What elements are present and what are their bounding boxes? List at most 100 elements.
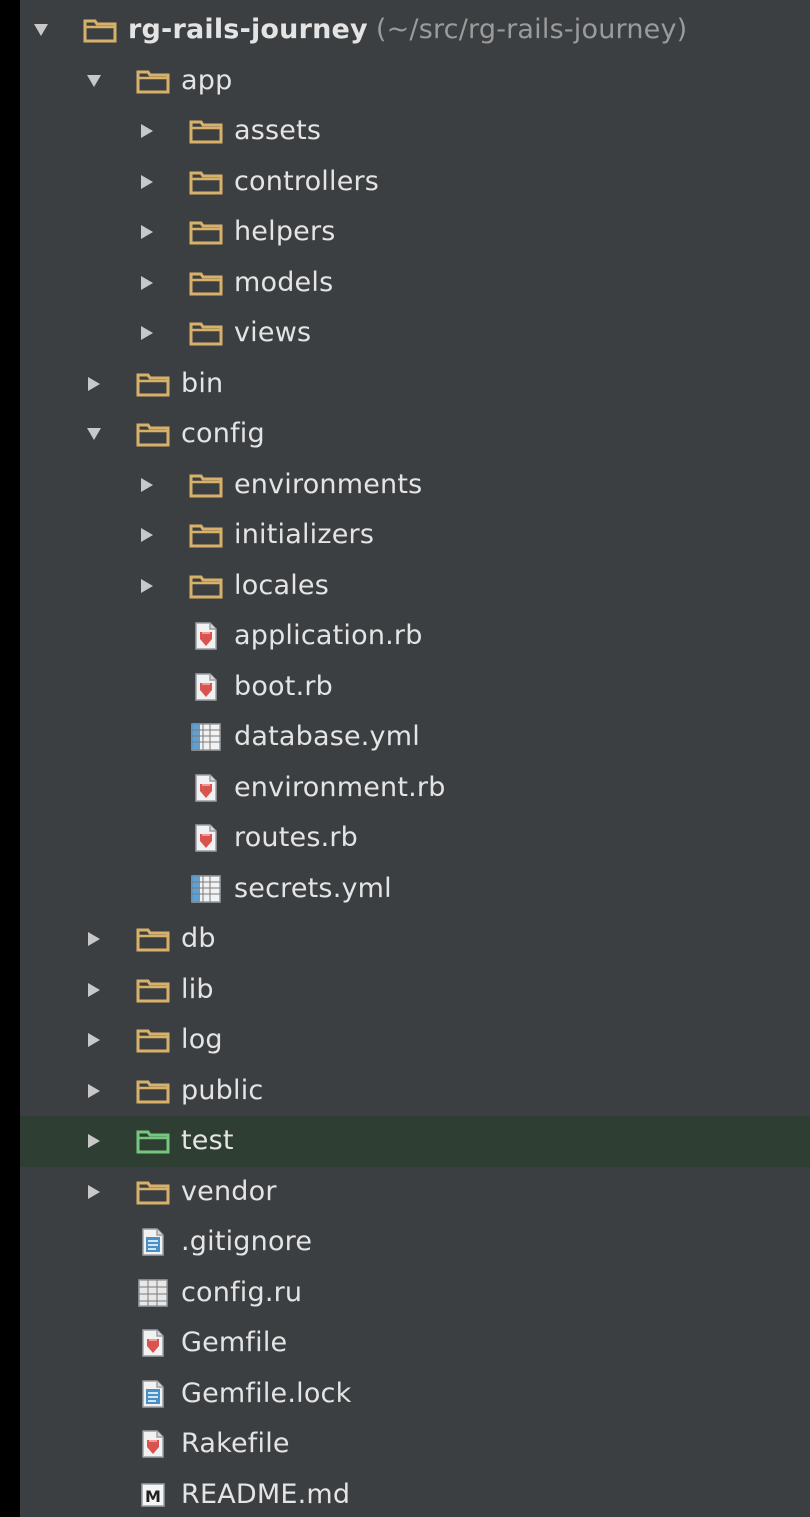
tree-row-locales[interactable]: locales: [20, 561, 810, 612]
collapsed-arrow-icon[interactable]: [136, 472, 158, 498]
tree-row-assets[interactable]: assets: [20, 106, 810, 157]
tree-row-gitignore[interactable]: .gitignore: [20, 1217, 810, 1268]
tree-item-label: boot.rb: [234, 670, 333, 704]
tree-row-boot-rb[interactable]: boot.rb: [20, 662, 810, 713]
tree-row-environments[interactable]: environments: [20, 460, 810, 511]
tree-row-config-ru[interactable]: config.ru: [20, 1268, 810, 1319]
tree-row-bin[interactable]: bin: [20, 359, 810, 410]
tree-item-label: assets: [234, 114, 321, 148]
tree-row-public[interactable]: public: [20, 1066, 810, 1117]
tree-item-name: log: [181, 1024, 223, 1055]
expanded-arrow-icon[interactable]: [30, 17, 52, 43]
tree-row-test[interactable]: test: [20, 1116, 810, 1167]
tree-item-label: bin: [181, 367, 223, 401]
tree-row-routes-rb[interactable]: routes.rb: [20, 813, 810, 864]
text-file-icon: [135, 1227, 171, 1257]
collapsed-arrow-icon[interactable]: [83, 371, 105, 397]
expanded-arrow-icon[interactable]: [83, 68, 105, 94]
tree-item-label: locales: [234, 569, 329, 603]
tree-row-rg-rails-journey[interactable]: rg-rails-journey (~/src/rg-rails-journey): [20, 5, 810, 56]
collapsed-arrow-icon[interactable]: [83, 977, 105, 1003]
tree-item-label: controllers: [234, 165, 379, 199]
folder-icon: [135, 419, 171, 449]
collapsed-arrow-icon[interactable]: [83, 926, 105, 952]
tree-row-db[interactable]: db: [20, 914, 810, 965]
tree-row-rakefile[interactable]: Rakefile: [20, 1419, 810, 1470]
collapsed-arrow-icon[interactable]: [136, 118, 158, 144]
tree-row-lib[interactable]: lib: [20, 965, 810, 1016]
tree-item-label: database.yml: [234, 720, 420, 754]
tree-row-log[interactable]: log: [20, 1015, 810, 1066]
tree-item-name: .gitignore: [181, 1226, 313, 1257]
tree-row-readme-md[interactable]: M README.md: [20, 1470, 810, 1517]
tree-item-label: config: [181, 417, 265, 451]
folder-icon: [188, 318, 224, 348]
tree-row-controllers[interactable]: controllers: [20, 157, 810, 208]
tree-item-label: log: [181, 1023, 223, 1057]
tree-item-name: helpers: [234, 216, 336, 247]
tree-row-models[interactable]: models: [20, 258, 810, 309]
project-tree: rg-rails-journey (~/src/rg-rails-journey)…: [20, 5, 810, 1517]
svg-text:M: M: [145, 1487, 161, 1506]
tree-row-helpers[interactable]: helpers: [20, 207, 810, 258]
tree-row-environment-rb[interactable]: environment.rb: [20, 763, 810, 814]
ruby-file-icon: [135, 1328, 171, 1358]
folder-icon: [135, 924, 171, 954]
tree-row-vendor[interactable]: vendor: [20, 1167, 810, 1218]
tree-row-application-rb[interactable]: application.rb: [20, 611, 810, 662]
tree-item-name: app: [181, 64, 233, 96]
tree-item-label: lib: [181, 973, 214, 1007]
tree-item-name: db: [181, 923, 216, 954]
tree-item-name: config: [181, 418, 265, 449]
collapsed-arrow-icon[interactable]: [136, 219, 158, 245]
collapsed-arrow-icon[interactable]: [136, 270, 158, 296]
tree-row-gemfile-lock[interactable]: Gemfile.lock: [20, 1369, 810, 1420]
tree-item-name: environments: [234, 468, 423, 500]
tree-row-gemfile[interactable]: Gemfile: [20, 1318, 810, 1369]
tree-item-label: rg-rails-journey (~/src/rg-rails-journey): [128, 13, 687, 47]
yaml-file-icon: [188, 722, 224, 752]
text-file-icon: [135, 1379, 171, 1409]
tree-item-name: Gemfile: [181, 1327, 288, 1358]
collapsed-arrow-icon[interactable]: [83, 1128, 105, 1154]
ruby-file-icon: [135, 1429, 171, 1459]
tree-row-views[interactable]: views: [20, 308, 810, 359]
markdown-file-icon: M: [135, 1480, 171, 1510]
tree-item-name: Rakefile: [181, 1428, 290, 1459]
tree-item-label: routes.rb: [234, 821, 358, 855]
tree-row-database-yml[interactable]: database.yml: [20, 712, 810, 763]
tree-item-name: lib: [181, 973, 214, 1005]
collapsed-arrow-icon[interactable]: [83, 1027, 105, 1053]
tree-item-label: environments: [234, 468, 422, 502]
collapsed-arrow-icon[interactable]: [136, 320, 158, 346]
test-folder-icon: [135, 1126, 171, 1156]
collapsed-arrow-icon[interactable]: [83, 1179, 105, 1205]
folder-icon: [188, 470, 224, 500]
collapsed-arrow-icon[interactable]: [83, 1078, 105, 1104]
collapsed-arrow-icon[interactable]: [136, 573, 158, 599]
tree-item-name: README.md: [181, 1478, 351, 1510]
tree-item-name: views: [234, 317, 312, 348]
tree-item-name: initializers: [234, 519, 375, 550]
collapsed-arrow-icon[interactable]: [136, 169, 158, 195]
tree-row-secrets-yml[interactable]: secrets.yml: [20, 864, 810, 915]
tree-item-label: helpers: [234, 215, 336, 249]
tree-item-label: README.md: [181, 1478, 350, 1512]
expanded-arrow-icon[interactable]: [83, 421, 105, 447]
tree-item-name: vendor: [181, 1175, 277, 1207]
folder-icon: [135, 369, 171, 399]
tree-item-name: secrets.yml: [234, 872, 392, 904]
tree-row-app[interactable]: app: [20, 56, 810, 107]
tree-item-name: models: [234, 266, 334, 298]
tree-row-config[interactable]: config: [20, 409, 810, 460]
tree-item-name: locales: [234, 569, 329, 601]
project-path: (~/src/rg-rails-journey): [375, 14, 688, 45]
tree-item-name: test: [181, 1125, 234, 1156]
tree-row-initializers[interactable]: initializers: [20, 510, 810, 561]
tree-item-name: routes.rb: [234, 822, 359, 853]
tree-item-label: Gemfile.lock: [181, 1377, 351, 1411]
tree-item-label: config.ru: [181, 1276, 302, 1310]
tree-item-label: public: [181, 1074, 263, 1108]
tree-item-label: models: [234, 266, 333, 300]
collapsed-arrow-icon[interactable]: [136, 522, 158, 548]
